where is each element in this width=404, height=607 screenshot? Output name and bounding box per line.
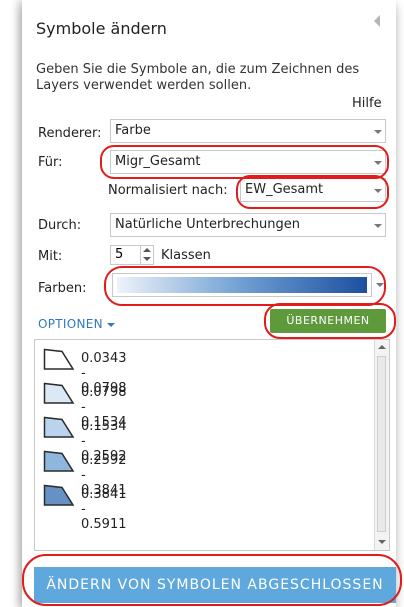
chevron-down-icon — [374, 161, 382, 165]
scroll-up-icon[interactable] — [378, 345, 386, 349]
normalize-select[interactable]: EW_Gesamt — [240, 178, 386, 202]
chevron-down-icon[interactable] — [376, 283, 384, 287]
class-symbol-icon — [43, 450, 75, 472]
scroll-down-icon[interactable] — [378, 540, 386, 544]
class-symbol-shape — [43, 484, 75, 506]
classification-select[interactable]: Natürliche Unterbrechungen — [110, 213, 386, 237]
class-symbol-icon — [43, 382, 75, 404]
class-symbol-shape — [43, 450, 75, 472]
chevron-down-icon — [374, 224, 382, 228]
color-ramp-preview — [117, 277, 367, 293]
class-symbol-shape — [43, 348, 75, 370]
renderer-label: Renderer: — [38, 126, 102, 141]
options-link[interactable]: OPTIONEN — [38, 317, 115, 331]
classes-suffix: Klassen — [161, 248, 211, 263]
farben-label: Farben: — [38, 281, 87, 296]
class-symbol-shape — [43, 382, 75, 404]
help-link[interactable]: Hilfe — [352, 96, 382, 111]
class-label: 0.3841 - 0.5911 — [81, 487, 127, 532]
normalize-label: Normalisiert nach: — [108, 183, 228, 198]
field-select[interactable]: Migr_Gesamt — [110, 150, 386, 174]
scroll-thumb[interactable] — [377, 356, 386, 532]
panel-title: Symbole ändern — [36, 19, 167, 38]
mit-label: Mit: — [38, 249, 63, 264]
class-list: 0.0343 - 0.0798 0.0798 - 0.1534 0.1534 -… — [34, 339, 390, 551]
chevron-down-icon — [374, 130, 382, 134]
class-count-stepper[interactable]: 5 — [110, 245, 154, 265]
fuer-label: Für: — [38, 155, 63, 170]
symbol-panel: Symbole ändern Geben Sie die Symbole an,… — [22, 0, 396, 607]
durch-label: Durch: — [38, 218, 82, 233]
list-scrollbar[interactable] — [374, 340, 389, 550]
chevron-down-icon — [374, 189, 382, 193]
panel-description: Geben Sie die Symbole an, die zum Zeichn… — [36, 62, 360, 93]
class-symbol-icon — [43, 348, 75, 370]
done-button[interactable]: ÄNDERN VON SYMBOLEN ABGESCHLOSSEN — [34, 567, 396, 603]
color-ramp-select[interactable] — [112, 273, 372, 297]
renderer-select[interactable]: Farbe — [110, 119, 386, 143]
spin-up-icon[interactable] — [143, 248, 151, 252]
spin-down-icon[interactable] — [143, 257, 151, 261]
collapse-arrow-icon[interactable] — [374, 15, 380, 27]
class-symbol-icon — [43, 484, 75, 506]
class-symbol-shape — [43, 416, 75, 438]
caret-down-icon — [106, 322, 115, 327]
apply-button[interactable]: ÜBERNEHMEN — [270, 309, 386, 333]
class-symbol-icon — [43, 416, 75, 438]
